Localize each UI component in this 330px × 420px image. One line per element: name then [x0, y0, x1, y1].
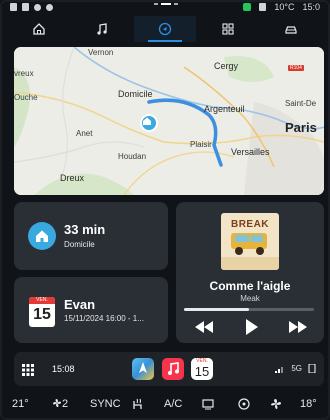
tab-music[interactable] [71, 16, 134, 42]
tab-vehicle[interactable] [259, 16, 322, 42]
music-card[interactable]: BREAK Comme l'aigle Meak [176, 202, 324, 343]
map-label: Ouche [14, 93, 38, 102]
network-type: 5G [291, 364, 302, 373]
trip-card[interactable]: 33 min Domicile [14, 202, 168, 270]
map-label: Saint-De [285, 99, 317, 108]
sim-icon [22, 3, 29, 11]
navigation-icon [158, 22, 172, 36]
wifi-icon [46, 3, 53, 11]
rear-defrost-icon [202, 399, 214, 410]
ac-button[interactable]: A/C [164, 398, 182, 410]
home-icon [33, 23, 46, 35]
event-datetime: 15/11/2024 16:00 - 1... [64, 314, 144, 323]
grid-icon [22, 364, 34, 376]
driver-temperature[interactable]: 21° [12, 398, 29, 410]
calendar-icon: VEN. 15 [29, 297, 55, 327]
play-icon [246, 319, 258, 335]
signal-icon [275, 366, 284, 373]
play-button[interactable] [240, 318, 264, 336]
home-icon [28, 222, 56, 250]
rear-defrost-button[interactable] [202, 398, 214, 413]
tab-home[interactable] [8, 16, 71, 42]
sync-button[interactable]: SYNC [90, 398, 121, 410]
album-art: BREAK [221, 213, 279, 270]
song-title: Comme l'aigle [209, 279, 291, 293]
calendar-card[interactable]: VEN. 15 Evan 15/11/2024 16:00 - 1... [14, 277, 168, 343]
map-label: Cergy [214, 61, 239, 71]
map-label: Versailles [231, 147, 270, 157]
apps-icon [222, 23, 234, 35]
bluetooth-icon [34, 3, 41, 11]
fan-icon [53, 399, 61, 407]
calendar-app-icon[interactable]: VEN. 15 [191, 358, 213, 380]
clock: 15:0 [302, 2, 320, 12]
passenger-fan-button[interactable] [270, 398, 282, 413]
tab-navigation[interactable] [133, 16, 197, 42]
maps-app-icon[interactable] [132, 358, 154, 380]
outside-temperature: 10°C [274, 2, 295, 12]
navigation-map[interactable]: Vernon Cergy R104 vreux Domicile Argente… [14, 47, 324, 195]
steering-wheel-icon [238, 398, 250, 410]
climate-bar: 21° 2 SYNC A/C 18° [4, 393, 326, 417]
status-bar: 10°C 15:0 [6, 2, 324, 16]
progress-fill [184, 308, 249, 311]
eco-icon [243, 3, 252, 11]
music-app-icon[interactable] [162, 358, 184, 380]
next-button[interactable] [286, 318, 310, 336]
calendar-app-day: 15 [194, 364, 210, 379]
passenger-temperature[interactable]: 18° [300, 398, 317, 410]
car-icon [284, 26, 297, 34]
seat-heat-icon [133, 398, 142, 409]
map-label: vreux [14, 69, 34, 78]
trip-destination: Domicile [64, 240, 95, 249]
infotainment-screen: 10°C 15:0 Vernon Cergy R104 vreux Domici… [0, 0, 330, 420]
event-title: Evan [64, 297, 96, 312]
connectivity-status: 5G [275, 364, 316, 373]
map-label: Houdan [118, 152, 147, 161]
page-indicator [154, 3, 178, 5]
trip-duration: 33 min [64, 222, 106, 237]
playback-progress[interactable] [184, 308, 314, 311]
tab-apps[interactable] [196, 16, 259, 42]
fan-icon [271, 399, 281, 409]
fan-speed[interactable]: 2 [52, 398, 68, 410]
map-label: Domicile [118, 89, 153, 99]
phone-icon [308, 364, 316, 373]
rewind-icon [195, 321, 213, 333]
map-label: Argenteuil [204, 104, 245, 114]
calendar-day: 15 [33, 306, 51, 323]
fast-forward-icon [289, 321, 307, 333]
dock-clock: 15:08 [52, 364, 75, 374]
artist-name: Meak [240, 294, 260, 303]
map-label: Dreux [60, 173, 85, 183]
map-label: Plaisir [190, 140, 212, 149]
previous-button[interactable] [192, 318, 216, 336]
home-pin-icon[interactable] [140, 114, 158, 132]
app-grid-button[interactable] [22, 363, 34, 376]
seat-heat-button[interactable] [132, 398, 144, 413]
road-badge: R104 [288, 65, 304, 71]
app-dock: 15:08 VEN. 15 5G [14, 352, 324, 386]
user-icon [259, 3, 267, 11]
top-navigation [8, 16, 322, 42]
music-note-icon [97, 23, 107, 35]
map-label: Anet [76, 129, 93, 138]
map-label: Vernon [88, 48, 114, 57]
map-label: Paris [285, 120, 317, 135]
steering-heat-button[interactable] [238, 398, 250, 413]
calendar-month: VEN. [29, 297, 55, 304]
phone-icon [10, 3, 17, 11]
